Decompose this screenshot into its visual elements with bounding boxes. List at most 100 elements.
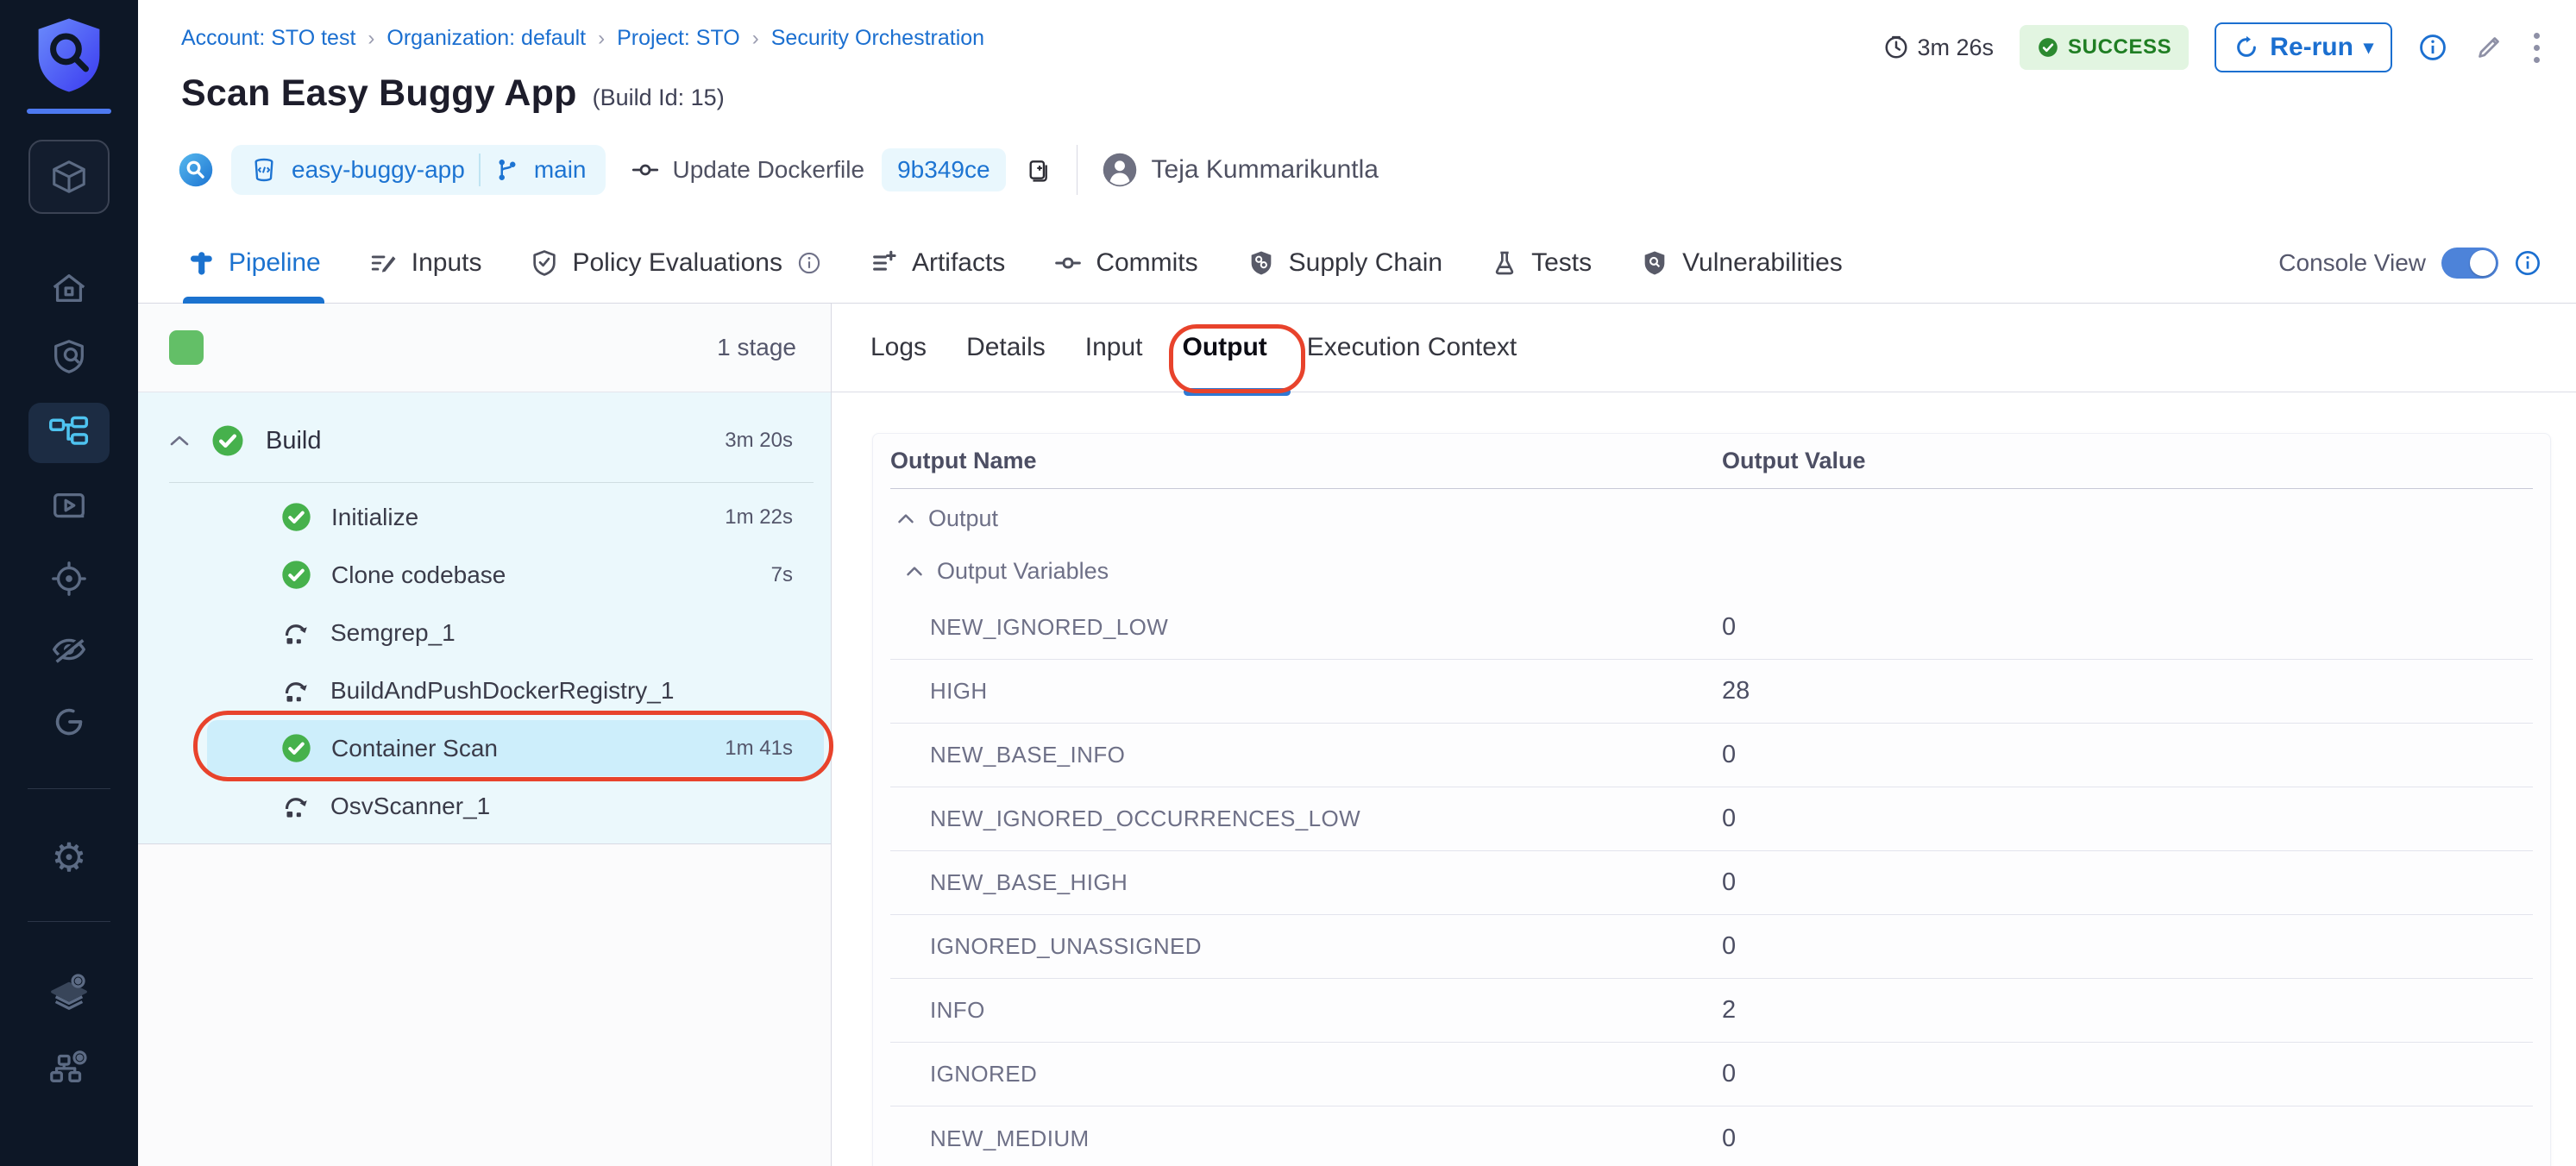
target-icon — [49, 559, 89, 599]
shield-check-icon — [530, 248, 559, 278]
console-view-label: Console View — [2278, 249, 2426, 277]
step-row-semgrep[interactable]: Semgrep_1 — [138, 604, 831, 661]
info-icon[interactable] — [2418, 33, 2447, 62]
tab-commits[interactable]: Commits — [1053, 223, 1197, 304]
tab-pipeline[interactable]: Pipeline — [186, 223, 321, 304]
execution-meta-row: easy-buggy-app main Update Dockerfile 9b… — [178, 141, 1379, 198]
pipelines-icon — [48, 415, 90, 451]
sidebar-item-enforcement[interactable] — [0, 700, 138, 743]
output-table-header: Output Name Output Value — [890, 434, 2533, 489]
step-row-build-and-push[interactable]: BuildAndPushDockerRegistry_1 — [138, 661, 831, 719]
repo-name[interactable]: easy-buggy-app — [292, 156, 465, 184]
meta-divider — [1077, 145, 1078, 195]
step-detail-tabs: Logs Details Input Output Execution Cont… — [832, 304, 2576, 392]
commit-sha[interactable]: 9b349ce — [882, 148, 1005, 191]
rerun-button[interactable]: Re-run ▾ — [2215, 22, 2392, 72]
breadcrumb-project[interactable]: Project: STO — [617, 26, 740, 51]
tab-supply-chain[interactable]: Supply Chain — [1247, 223, 1442, 304]
execution-duration: 3m 26s — [1883, 34, 1995, 61]
tab-execution-context[interactable]: Execution Context — [1307, 333, 1517, 362]
power-icon — [49, 702, 89, 742]
sidebar-item-overview[interactable] — [0, 335, 138, 378]
eye-slash-icon — [47, 630, 91, 669]
table-row: INFO 2 — [890, 979, 2533, 1043]
chevron-up-icon — [897, 512, 914, 524]
shield-chain-icon — [1247, 248, 1276, 278]
tab-vulnerabilities[interactable]: Vulnerabilities — [1640, 223, 1843, 304]
table-row: NEW_MEDIUM 0 — [890, 1106, 2533, 1166]
chevron-up-icon[interactable] — [169, 434, 190, 448]
group-output[interactable]: Output — [890, 491, 2533, 546]
home-icon — [49, 269, 89, 309]
sidebar-item-governance[interactable] — [0, 1042, 138, 1090]
sidebar-item-targets[interactable] — [0, 557, 138, 600]
column-output-value: Output Value — [1722, 448, 2533, 474]
table-row: IGNORED 0 — [890, 1043, 2533, 1106]
success-check-icon — [280, 501, 312, 533]
tab-output[interactable]: Output — [1183, 333, 1267, 362]
stage-row-build[interactable]: Build 3m 20s — [138, 399, 831, 482]
tab-logs[interactable]: Logs — [870, 333, 927, 362]
branch-icon — [494, 157, 520, 183]
title-row: Scan Easy Buggy App (Build Id: 15) — [181, 72, 725, 115]
status-badge: SUCCESS — [2020, 25, 2189, 70]
breadcrumb-module[interactable]: Security Orchestration — [771, 26, 984, 51]
stage-status-square — [169, 330, 204, 365]
chevron-right-icon: › — [752, 27, 759, 51]
page-title: Scan Easy Buggy App — [181, 72, 577, 115]
artifacts-icon — [870, 248, 899, 278]
edit-pencil-icon[interactable] — [2473, 32, 2504, 63]
step-row-clone-codebase[interactable]: Clone codebase 7s — [138, 546, 831, 604]
commit-icon — [1053, 250, 1083, 276]
left-nav-sidebar: ⚙ — [0, 0, 138, 1166]
sidebar-item-executions[interactable] — [0, 485, 138, 528]
info-icon[interactable] — [2514, 249, 2541, 277]
sto-logo-icon — [0, 14, 138, 97]
info-icon[interactable] — [797, 251, 821, 275]
execution-content: 1 stage Build 3m 20s — [138, 304, 2576, 1166]
check-circle-icon — [2037, 36, 2059, 59]
success-check-icon — [210, 423, 245, 458]
table-row: IGNORED_UNASSIGNED 0 — [890, 915, 2533, 979]
tab-tests[interactable]: Tests — [1491, 223, 1592, 304]
branch-name[interactable]: main — [534, 156, 587, 184]
stage-duration: 3m 20s — [725, 429, 793, 453]
sidebar-item-pipelines-active[interactable] — [0, 403, 138, 463]
step-row-osvscanner[interactable]: OsvScanner_1 — [138, 777, 831, 835]
table-row: HIGH 28 — [890, 660, 2533, 724]
step-row-container-scan[interactable]: Container Scan 1m 41s — [138, 719, 831, 777]
step-list: Initialize 1m 22s Clone codebase 7s — [138, 483, 831, 843]
sidebar-item-default-settings[interactable] — [0, 968, 138, 1016]
author-name: Teja Kummarikuntla — [1152, 155, 1379, 185]
copy-icon[interactable] — [1023, 154, 1052, 185]
sidebar-item-settings[interactable]: ⚙ — [0, 833, 138, 881]
refresh-icon — [2234, 34, 2259, 60]
module-switcher-button[interactable] — [0, 138, 138, 216]
success-check-icon — [280, 732, 312, 764]
skipped-icon — [280, 617, 311, 649]
column-output-name: Output Name — [890, 448, 1722, 474]
sidebar-item-home[interactable] — [0, 267, 138, 310]
layers-gear-icon — [47, 970, 91, 1013]
stage-panel-header: 1 stage — [138, 304, 831, 392]
stage-panel: 1 stage Build 3m 20s — [138, 304, 832, 1166]
tab-details[interactable]: Details — [966, 333, 1046, 362]
console-view-toggle[interactable] — [2441, 248, 2498, 279]
table-row: NEW_IGNORED_OCCURRENCES_LOW 0 — [890, 787, 2533, 851]
stage-tree: Build 3m 20s Initialize 1m 22s — [138, 392, 831, 844]
success-check-icon — [280, 559, 312, 591]
inputs-icon — [369, 248, 399, 278]
breadcrumb-account[interactable]: Account: STO test — [181, 26, 355, 51]
step-row-initialize[interactable]: Initialize 1m 22s — [138, 488, 831, 546]
repo-branch-pill: easy-buggy-app main — [231, 145, 606, 195]
tab-inputs[interactable]: Inputs — [369, 223, 482, 304]
commit-icon — [630, 157, 661, 183]
tab-input[interactable]: Input — [1085, 333, 1143, 362]
author: Teja Kummarikuntla — [1102, 152, 1379, 188]
breadcrumb-organization[interactable]: Organization: default — [386, 26, 586, 51]
more-options-icon[interactable] — [2530, 29, 2543, 66]
tab-artifacts[interactable]: Artifacts — [870, 223, 1005, 304]
tab-policy-evaluations[interactable]: Policy Evaluations — [530, 223, 820, 304]
group-output-variables[interactable]: Output Variables — [890, 546, 2533, 596]
sidebar-item-exemptions[interactable] — [0, 628, 138, 671]
